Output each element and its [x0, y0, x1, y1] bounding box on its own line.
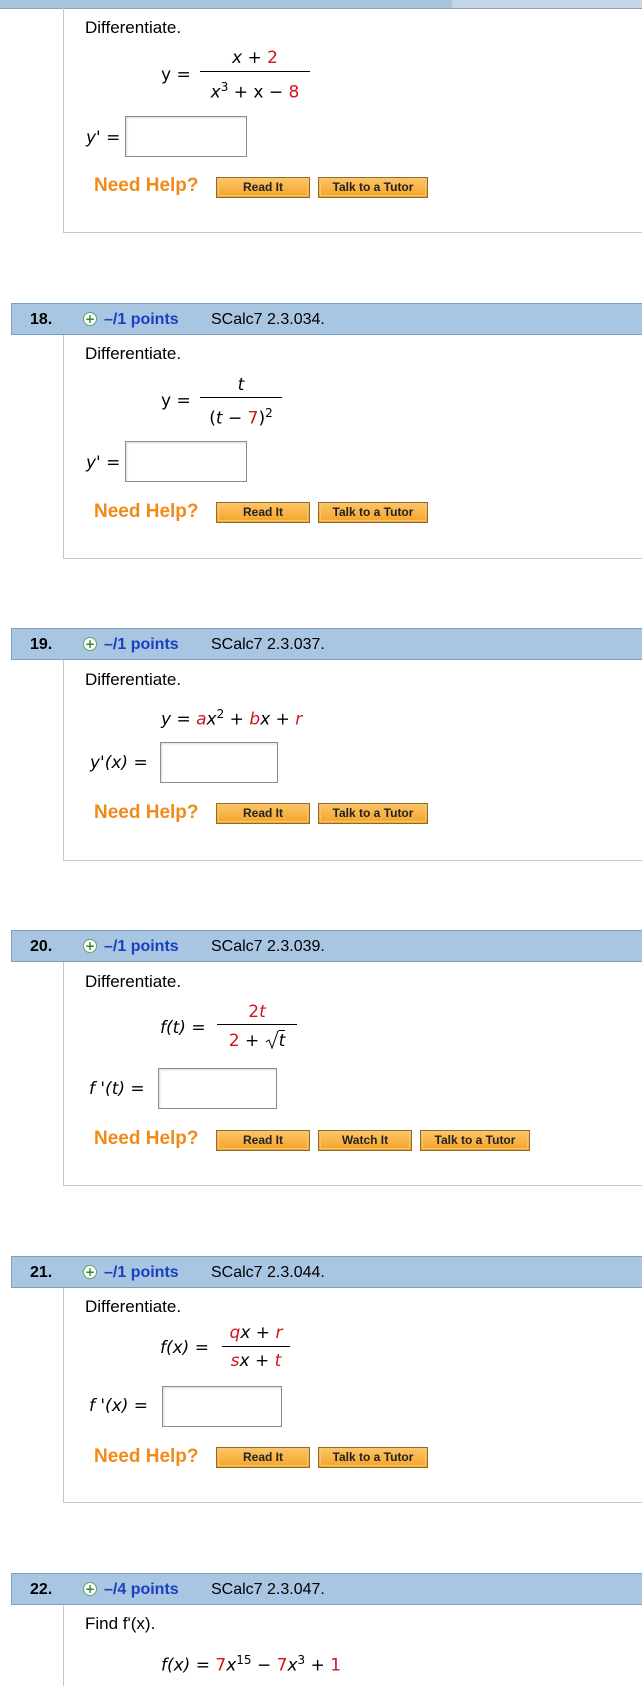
question-number: 19. [30, 636, 53, 653]
watch-it-button[interactable]: Watch It [318, 1130, 412, 1151]
question-19-header: 19. + –/1 points SCalc7 2.3.037. [11, 628, 642, 660]
answer-label: f '(t) = [89, 1079, 145, 1099]
question-21-card [63, 1288, 642, 1503]
answer-label: y' = [86, 128, 121, 148]
fraction-denominator: sx + t [230, 1351, 282, 1371]
expand-plus-icon[interactable]: + [83, 1265, 97, 1279]
talk-to-tutor-button[interactable]: Talk to a Tutor [420, 1130, 530, 1151]
answer-input[interactable] [125, 441, 247, 482]
equation: y = ax2 + bx + r [161, 707, 303, 730]
expand-plus-icon[interactable]: + [83, 1582, 97, 1596]
question-number: 20. [30, 938, 53, 955]
read-it-button[interactable]: Read It [216, 177, 310, 198]
question-prompt: Differentiate. [85, 344, 182, 363]
question-number: 22. [30, 1581, 53, 1598]
need-help-label: Need Help? [94, 1446, 199, 1467]
question-21-header: 21. + –/1 points SCalc7 2.3.044. [11, 1256, 642, 1288]
need-help-label: Need Help? [94, 175, 199, 196]
equation: f(x) = 7x15 − 7x3 + 1 [161, 1653, 342, 1676]
talk-to-tutor-button[interactable]: Talk to a Tutor [318, 177, 428, 198]
read-it-button[interactable]: Read It [216, 1130, 310, 1151]
question-number: 18. [30, 311, 53, 328]
fraction-bar [222, 1346, 290, 1347]
read-it-button[interactable]: Read It [216, 502, 310, 523]
question-22-header: 22. + –/4 points SCalc7 2.3.047. [11, 1573, 642, 1605]
answer-input[interactable] [125, 116, 247, 157]
fraction-numerator: 2t [248, 1002, 266, 1022]
fraction-numerator: t [237, 375, 245, 395]
points-link[interactable]: –/1 points [104, 311, 179, 329]
fraction-bar [217, 1024, 297, 1025]
read-it-button[interactable]: Read It [216, 803, 310, 824]
question-prompt: Differentiate. [85, 18, 182, 37]
fraction-denominator: 2 + t [228, 1030, 286, 1051]
fraction-numerator: qx + r [229, 1323, 283, 1343]
equation-lhs: f(x) = [160, 1338, 209, 1358]
read-it-button[interactable]: Read It [216, 1447, 310, 1468]
question-code: SCalc7 2.3.044. [211, 1264, 325, 1281]
question-20-card [63, 962, 642, 1186]
equation-lhs: f(t) = [160, 1018, 206, 1038]
question-prompt: Differentiate. [85, 972, 182, 991]
sqrt-icon [265, 1030, 279, 1050]
talk-to-tutor-button[interactable]: Talk to a Tutor [318, 502, 428, 523]
question-prompt: Differentiate. [85, 1297, 182, 1316]
question-code: SCalc7 2.3.034. [211, 311, 325, 328]
need-help-label: Need Help? [94, 501, 199, 522]
fraction-bar [200, 397, 282, 398]
answer-label: y' = [86, 453, 121, 473]
question-code: SCalc7 2.3.039. [211, 938, 325, 955]
question-number: 21. [30, 1264, 53, 1281]
question-18-header: 18. + –/1 points SCalc7 2.3.034. [11, 303, 642, 335]
fraction-numerator: x + 2 [232, 48, 278, 68]
points-link[interactable]: –/1 points [104, 636, 179, 654]
question-prompt: Find f'(x). [85, 1614, 156, 1633]
fraction-denominator: (t − 7)2 [209, 406, 273, 429]
fraction-denominator: x3 + x − 8 [210, 80, 300, 103]
expand-plus-icon[interactable]: + [83, 312, 97, 326]
points-link[interactable]: –/4 points [104, 1581, 179, 1599]
equation-lhs: y = [161, 391, 191, 411]
question-code: SCalc7 2.3.037. [211, 636, 325, 653]
need-help-label: Need Help? [94, 1128, 199, 1149]
question-code: SCalc7 2.3.047. [211, 1581, 325, 1598]
points-link[interactable]: –/1 points [104, 1264, 179, 1282]
points-link[interactable]: –/1 points [104, 938, 179, 956]
answer-input[interactable] [160, 742, 278, 783]
answer-label: y'(x) = [90, 753, 148, 773]
talk-to-tutor-button[interactable]: Talk to a Tutor [318, 1447, 428, 1468]
question-19-card [63, 660, 642, 861]
question-prompt: Differentiate. [85, 670, 182, 689]
expand-plus-icon[interactable]: + [83, 939, 97, 953]
fraction-bar [200, 71, 310, 72]
need-help-label: Need Help? [94, 802, 199, 823]
question-20-header: 20. + –/1 points SCalc7 2.3.039. [11, 930, 642, 962]
answer-label: f '(x) = [89, 1396, 149, 1416]
equation-lhs: y = [161, 65, 191, 85]
answer-input[interactable] [158, 1068, 277, 1109]
talk-to-tutor-button[interactable]: Talk to a Tutor [318, 803, 428, 824]
top-bar-right [452, 0, 642, 8]
answer-input[interactable] [162, 1386, 282, 1427]
expand-plus-icon[interactable]: + [83, 637, 97, 651]
